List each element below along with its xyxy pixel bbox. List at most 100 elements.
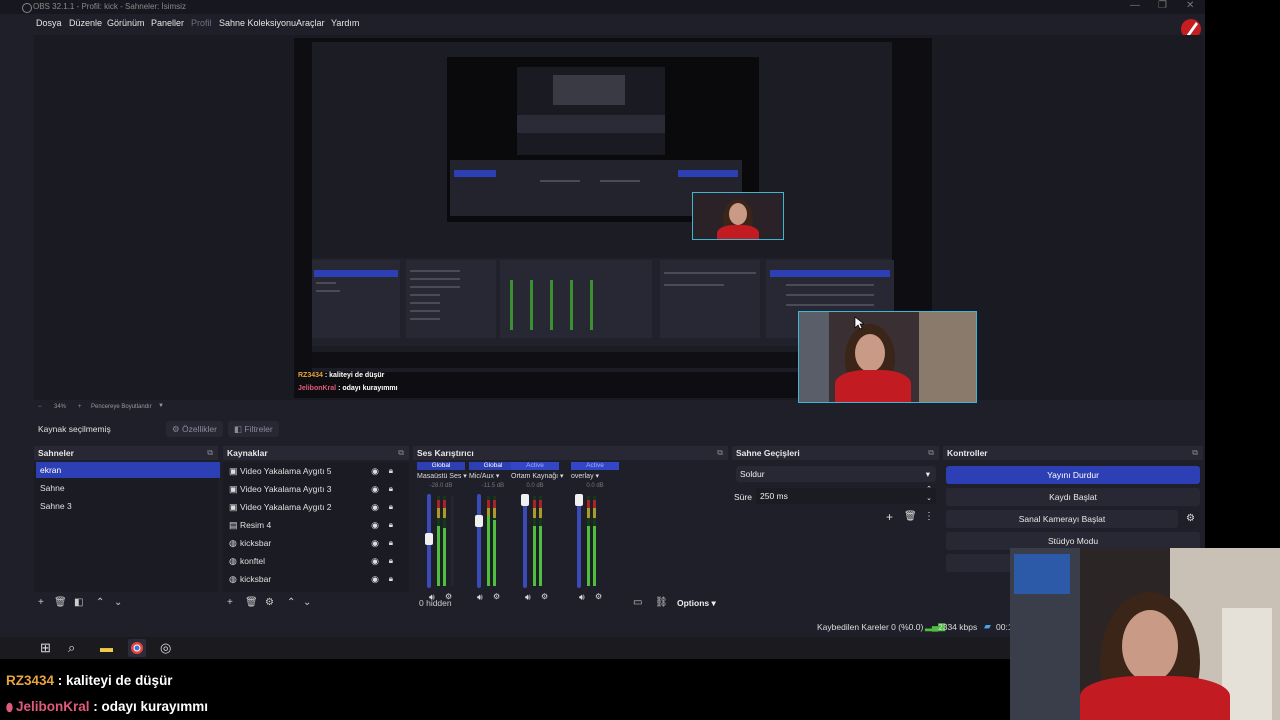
channel-name[interactable]: Masaüstü Ses ▾	[417, 472, 467, 480]
more-icon[interactable]: ⋮	[924, 511, 934, 522]
source-item[interactable]: ▣ Video Yakalama Aygıtı 3 ◉ 🔒︎	[229, 481, 397, 497]
folder-icon[interactable]: ▬	[100, 640, 113, 655]
menu-sahne-koleksiyonu[interactable]: Sahne Koleksiyonu	[219, 18, 296, 28]
options-button[interactable]: Options ▾	[677, 598, 716, 609]
lock-icon[interactable]: 🔒︎	[389, 481, 393, 497]
scene-item-ekran[interactable]: ekran	[36, 462, 220, 478]
transition-select[interactable]: Soldur ▾	[736, 466, 936, 482]
undock-icon[interactable]: ⧉	[398, 446, 404, 460]
menu-paneller[interactable]: Paneller	[151, 18, 184, 28]
gear-icon[interactable]: ⚙	[265, 597, 274, 608]
channel-db: 0.0 dB	[586, 483, 604, 489]
menu-profil[interactable]: Profil	[191, 18, 212, 28]
scene-item-sahne-3[interactable]: Sahne 3	[36, 498, 220, 514]
volume-fader[interactable]	[477, 494, 481, 588]
volume-fader[interactable]	[523, 494, 527, 588]
zoom-out-button[interactable]: −	[38, 404, 42, 410]
menu-dosya[interactable]: Dosya	[36, 18, 62, 28]
properties-button[interactable]: ⚙ Özellikler	[166, 421, 223, 437]
lock-icon[interactable]: 🔒︎	[389, 463, 393, 479]
trash-icon[interactable]: 🗑	[245, 597, 258, 608]
move-up-icon[interactable]: ⌃	[287, 597, 295, 608]
source-item[interactable]: ▤ Resim 4 ◉ 🔒︎	[229, 517, 397, 533]
fit-to-window-button[interactable]: Pencereye Boyutlandır	[91, 404, 152, 410]
fader-knob[interactable]	[521, 494, 529, 506]
eye-icon[interactable]: ◉	[371, 571, 379, 587]
eye-icon[interactable]: ◉	[371, 535, 379, 551]
obs-app-icon[interactable]: ◎	[160, 640, 171, 656]
trash-icon[interactable]: 🗑	[904, 511, 917, 522]
camera-icon: ▣	[229, 484, 238, 494]
zoom-in-button[interactable]: +	[78, 404, 82, 410]
fader-knob[interactable]	[425, 533, 433, 546]
minimize-button[interactable]: —	[1130, 0, 1140, 11]
nested-chat-line-2: JelibonKral : odayı kurayımmı	[298, 385, 398, 392]
search-icon[interactable]: ⌕	[68, 640, 75, 656]
nested-inner-preview	[517, 67, 665, 155]
gear-icon[interactable]: ⚙	[1186, 513, 1195, 524]
move-down-icon[interactable]: ⌄	[303, 597, 311, 608]
filters-button[interactable]: ◧ Filtreler	[228, 421, 279, 437]
undock-icon[interactable]: ⧉	[717, 446, 723, 460]
start-recording-button[interactable]: Kaydı Başlat	[946, 488, 1200, 506]
duration-spinbox[interactable]: 250 ms ⌃ ⌄	[756, 485, 936, 504]
eye-icon[interactable]: ◉	[371, 499, 379, 515]
webcam-source-selection[interactable]	[798, 311, 977, 403]
spin-arrows-icon[interactable]: ⌃ ⌄	[926, 485, 932, 503]
filter-icon: ◧	[234, 424, 243, 434]
mixer-channels: Global Masaüstü Ses ▾ -28.0 dB 🔊︎ ⚙ Glob…	[413, 462, 728, 602]
filter-icon[interactable]: ◧	[74, 597, 83, 608]
zoom-dropdown-icon[interactable]: ▼	[158, 403, 164, 409]
volume-fader[interactable]	[577, 494, 581, 588]
fader-knob[interactable]	[475, 514, 483, 527]
undock-icon[interactable]: ⧉	[1192, 446, 1198, 460]
menu-duzenle[interactable]: Düzenle	[69, 18, 102, 28]
lock-icon[interactable]: 🔒︎	[389, 517, 393, 533]
lock-icon[interactable]: 🔒︎	[389, 571, 393, 587]
start-virtual-camera-button[interactable]: Sanal Kamerayı Başlat	[946, 510, 1178, 528]
scenes-list: ekran Sahne Sahne 3	[34, 462, 220, 592]
undock-icon[interactable]: ⧉	[928, 446, 934, 460]
globe-icon: ◍	[229, 556, 237, 566]
duration-label: Süre	[734, 492, 752, 502]
lock-icon[interactable]: 🔒︎	[389, 553, 393, 569]
add-icon[interactable]: +	[38, 597, 44, 608]
eye-icon[interactable]: ◉	[371, 463, 379, 479]
close-button[interactable]: ✕	[1186, 0, 1194, 11]
lock-icon[interactable]: 🔒︎	[389, 499, 393, 515]
windows-start-icon[interactable]: ⊞	[40, 640, 51, 656]
bitrate: 2334 kbps	[938, 622, 978, 632]
move-up-icon[interactable]: ⌃	[96, 597, 104, 608]
move-down-icon[interactable]: ⌄	[114, 597, 122, 608]
undock-icon[interactable]: ⧉	[207, 446, 213, 460]
maximize-button[interactable]: ❐	[1158, 0, 1167, 11]
menu-yardim[interactable]: Yardım	[331, 18, 359, 28]
nested-transitions-panel	[660, 260, 760, 338]
stop-stream-button[interactable]: Yayını Durdur	[946, 466, 1200, 484]
mouse-cursor-icon	[854, 316, 864, 330]
source-item[interactable]: ▣ Video Yakalama Aygıtı 5 ◉ 🔒︎	[229, 463, 397, 479]
globe-icon: ◍	[229, 574, 237, 584]
link-icon[interactable]: ⛓︎	[655, 597, 668, 608]
transitions-dock: Sahne Geçişleri ⧉ Soldur ▾ Süre 250 ms ⌃ ⌄ +…	[732, 446, 939, 614]
source-item[interactable]: ◍ konftel ◉ 🔒︎	[229, 553, 397, 569]
fader-knob[interactable]	[575, 494, 583, 506]
chrome-icon[interactable]	[128, 639, 146, 657]
source-item[interactable]: ▣ Video Yakalama Aygıtı 2 ◉ 🔒︎	[229, 499, 397, 515]
scene-item-sahne[interactable]: Sahne	[36, 480, 220, 496]
menu-gorunum[interactable]: Görünüm	[107, 18, 145, 28]
channel-name[interactable]: overlay ▾	[571, 472, 621, 480]
lock-icon[interactable]: 🔒︎	[389, 535, 393, 551]
menu-araclar[interactable]: Araçlar	[296, 18, 325, 28]
add-icon[interactable]: +	[886, 510, 893, 524]
eye-icon[interactable]: ◉	[371, 481, 379, 497]
controls-dock-title: Kontroller ⧉	[943, 446, 1203, 460]
trash-icon[interactable]: 🗑	[54, 597, 67, 608]
source-item[interactable]: ◍ kicksbar ◉ 🔒︎	[229, 535, 397, 551]
add-icon[interactable]: +	[227, 597, 233, 608]
source-item[interactable]: ◍ kicksbar ◉ 🔒︎	[229, 571, 397, 587]
eye-icon[interactable]: ◉	[371, 517, 379, 533]
eye-icon[interactable]: ◉	[371, 553, 379, 569]
layout-icon[interactable]: ▭	[633, 597, 642, 608]
channel-name[interactable]: Ortam Kaynağı ▾	[511, 472, 564, 480]
